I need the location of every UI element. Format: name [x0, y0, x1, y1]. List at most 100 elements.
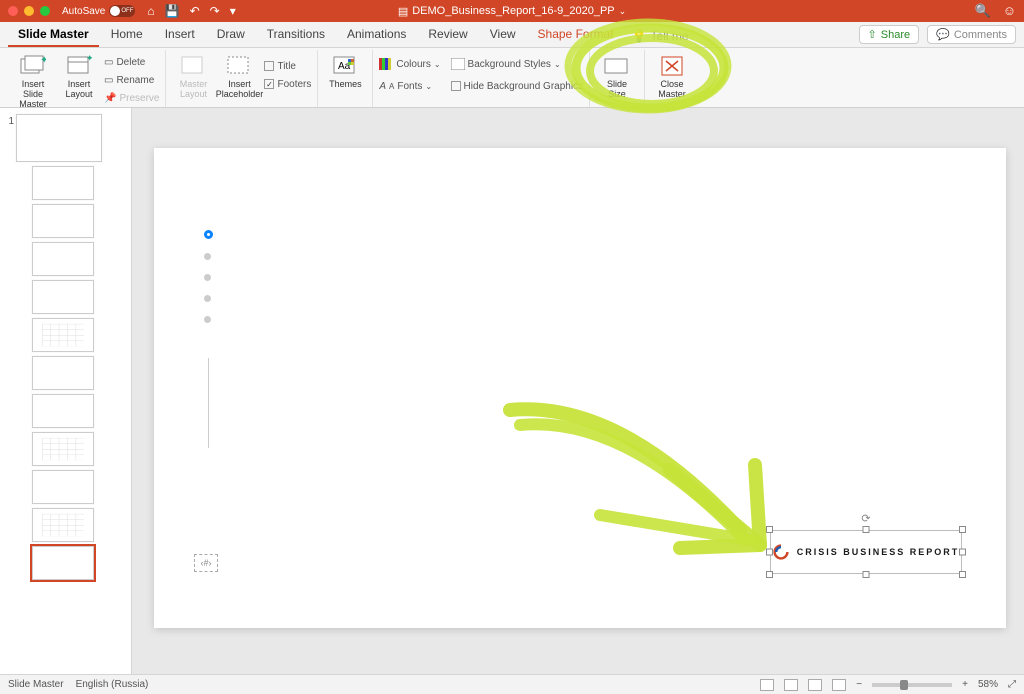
chevron-down-icon: ⌄: [425, 82, 432, 91]
layout-thumbnail[interactable]: [32, 318, 94, 352]
title-checkbox[interactable]: Title: [264, 58, 311, 74]
rename-button[interactable]: ▭Rename: [104, 72, 159, 88]
tell-me-search[interactable]: 💡 Tell me: [632, 29, 689, 47]
fonts-icon: A: [379, 81, 386, 92]
share-button[interactable]: ⇧ Share: [859, 25, 920, 44]
master-thumbnail[interactable]: [16, 114, 102, 162]
thumbnail-pane[interactable]: 1: [0, 108, 132, 674]
fonts-button[interactable]: AA Fonts⌄: [379, 78, 440, 94]
comment-icon: 💬: [936, 28, 950, 41]
insert-slide-master-button[interactable]: ✦ Insert Slide Master: [12, 52, 54, 110]
hide-background-checkbox[interactable]: Hide Background Graphics: [451, 78, 584, 94]
redo-icon[interactable]: ↷: [210, 4, 220, 18]
autosave-toggle[interactable]: AutoSave OFF: [62, 5, 135, 17]
tab-insert[interactable]: Insert: [155, 22, 205, 47]
layout-thumbnail[interactable]: [32, 204, 94, 238]
themes-button[interactable]: Aa Themes: [324, 52, 366, 90]
bullet-level-3: [204, 274, 211, 281]
layout-thumbnail-selected[interactable]: [32, 546, 94, 580]
tab-review[interactable]: Review: [418, 22, 477, 47]
close-master-label: Close Master: [658, 80, 686, 100]
normal-view-button[interactable]: [760, 679, 774, 691]
minimize-window-icon[interactable]: [24, 6, 34, 16]
zoom-in-button[interactable]: +: [962, 679, 968, 690]
tab-slide-master[interactable]: Slide Master: [8, 22, 99, 47]
tab-animations[interactable]: Animations: [337, 22, 416, 47]
layout-thumbnail[interactable]: [32, 394, 94, 428]
tab-draw[interactable]: Draw: [207, 22, 255, 47]
undo-icon[interactable]: ↶: [190, 4, 200, 18]
logo-content: CRISIS BUSINESS REPORT: [770, 530, 962, 574]
master-layout-label: Master Layout: [180, 80, 208, 100]
main-area: 1 ‹#› ⟳: [0, 108, 1024, 674]
zoom-window-icon[interactable]: [40, 6, 50, 16]
home-icon[interactable]: ⌂: [147, 4, 154, 18]
file-icon: ▤: [398, 5, 408, 18]
comments-button[interactable]: 💬 Comments: [927, 25, 1016, 44]
colours-button[interactable]: Colours⌄: [379, 56, 440, 72]
tab-view[interactable]: View: [480, 22, 526, 47]
slide-size-button[interactable]: Slide Size: [596, 52, 638, 100]
logo-text: CRISIS BUSINESS REPORT: [797, 547, 960, 557]
bullet-list-placeholder: [204, 230, 213, 337]
colours-icon: [379, 58, 393, 70]
search-icon[interactable]: 🔍: [975, 3, 991, 19]
insert-placeholder-button[interactable]: Insert Placeholder: [218, 52, 260, 100]
document-title-text: DEMO_Business_Report_16-9_2020_PP: [412, 5, 614, 17]
zoom-slider[interactable]: [872, 683, 952, 687]
layout-thumbnail[interactable]: [32, 166, 94, 200]
title-chevron-icon[interactable]: ⌄: [619, 6, 627, 17]
tab-shape-format[interactable]: Shape Format: [528, 22, 624, 47]
layout-thumbnail[interactable]: [32, 470, 94, 504]
insert-layout-button[interactable]: ✦ Insert Layout: [58, 52, 100, 100]
divider-line: [208, 358, 209, 448]
bullet-level-1: [204, 230, 213, 239]
layout-thumbnail[interactable]: [32, 508, 94, 542]
ribbon: ✦ Insert Slide Master ✦ Insert Layout ▭D…: [0, 48, 1024, 108]
share-label: Share: [881, 29, 910, 41]
preserve-button[interactable]: 📌Preserve: [104, 90, 159, 106]
autosave-label: AutoSave: [62, 6, 105, 17]
group-themes: Aa Themes: [318, 50, 373, 107]
close-window-icon[interactable]: [8, 6, 18, 16]
slide-canvas-area[interactable]: ‹#› ⟳ CRISIS BUSINESS REPORT: [132, 108, 1024, 674]
zoom-percent[interactable]: 58%: [978, 679, 998, 690]
autosave-switch[interactable]: OFF: [109, 5, 135, 17]
insert-slide-master-label: Insert Slide Master: [12, 80, 54, 110]
fit-to-window-button[interactable]: ⤢: [1008, 679, 1016, 690]
close-master-button[interactable]: Close Master: [651, 52, 693, 100]
page-number-placeholder[interactable]: ‹#›: [194, 554, 218, 572]
sorter-view-button[interactable]: [784, 679, 798, 691]
logo-mark-icon: [773, 544, 789, 560]
status-bar: Slide Master English (Russia) − + 58% ⤢: [0, 674, 1024, 694]
insert-layout-label: Insert Layout: [65, 80, 92, 100]
language-label[interactable]: English (Russia): [76, 679, 149, 690]
bullet-level-2: [204, 253, 211, 260]
slide-master-canvas[interactable]: ‹#› ⟳ CRISIS BUSINESS REPORT: [154, 148, 1006, 628]
logo-shape-selected[interactable]: ⟳ CRISIS BUSINESS REPORT: [770, 530, 962, 574]
master-layout-button[interactable]: Master Layout: [172, 52, 214, 100]
footers-checkbox[interactable]: ✓Footers: [264, 76, 311, 92]
save-icon[interactable]: 💾: [165, 4, 180, 18]
view-mode-label: Slide Master: [8, 679, 64, 690]
tab-home[interactable]: Home: [101, 22, 153, 47]
quick-access-toolbar: ⌂ 💾 ↶ ↷ ▾: [147, 4, 235, 18]
layout-thumbnail[interactable]: [32, 432, 94, 466]
background-styles-button[interactable]: Background Styles⌄: [451, 56, 584, 72]
slideshow-view-button[interactable]: [832, 679, 846, 691]
layout-thumbnail[interactable]: [32, 280, 94, 314]
account-icon[interactable]: ☺: [1003, 3, 1016, 19]
bullet-level-4: [204, 295, 211, 302]
reading-view-button[interactable]: [808, 679, 822, 691]
rotate-handle-icon[interactable]: ⟳: [861, 512, 870, 525]
bullet-level-5: [204, 316, 211, 323]
tab-transitions[interactable]: Transitions: [257, 22, 335, 47]
chevron-down-icon: ⌄: [434, 60, 441, 69]
zoom-out-button[interactable]: −: [856, 679, 862, 690]
qat-more-icon[interactable]: ▾: [230, 4, 236, 18]
layout-thumbnail[interactable]: [32, 356, 94, 390]
chevron-down-icon: ⌄: [554, 60, 561, 69]
traffic-lights: [8, 6, 50, 16]
layout-thumbnail[interactable]: [32, 242, 94, 276]
delete-button[interactable]: ▭Delete: [104, 54, 159, 70]
